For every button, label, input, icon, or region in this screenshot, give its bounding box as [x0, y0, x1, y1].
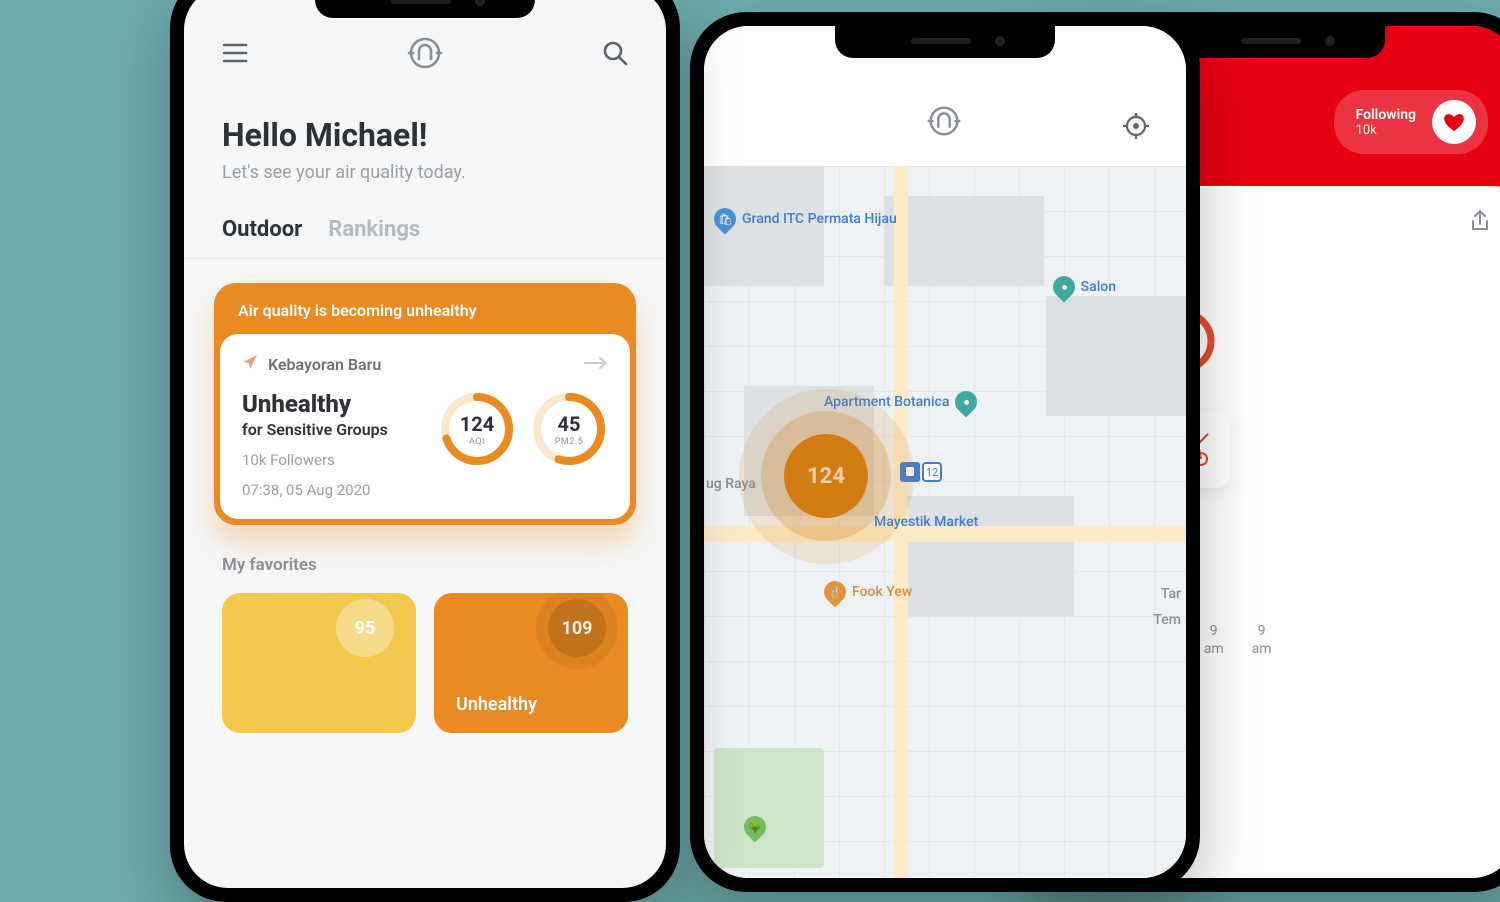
food-pin-icon: 🍴: [819, 576, 850, 607]
favorite-label: Unhealthy: [456, 694, 537, 715]
favorites-title: My favorites: [222, 555, 628, 575]
map-label: Tem: [1153, 612, 1181, 628]
map-poi[interactable]: 🛍 Grand ITC Permata Hijau: [714, 208, 897, 230]
park-pin-icon: 🌳: [744, 816, 766, 838]
aqi-location: Kebayoran Baru: [268, 355, 381, 374]
aqi-status: Unhealthy: [242, 390, 388, 418]
device-notch: [835, 26, 1055, 58]
aqi-followers: 10k Followers: [242, 451, 388, 469]
phone-home: Hello Michael! Let's see your air qualit…: [170, 0, 680, 902]
following-label: Following: [1356, 107, 1416, 123]
forecast-hour: 9am: [1204, 623, 1224, 657]
follow-pill[interactable]: Following 10k: [1334, 90, 1488, 154]
app-logo-icon: [925, 102, 963, 144]
home-tabs: Outdoor Rankings: [184, 183, 666, 258]
locate-icon[interactable]: [1122, 112, 1150, 144]
greeting-title: Hello Michael!: [222, 116, 628, 154]
divider: [184, 258, 666, 259]
share-icon[interactable]: [1470, 210, 1490, 236]
favorite-card[interactable]: 109 Unhealthy: [434, 593, 628, 733]
aqi-dial: 124AQI: [438, 390, 516, 468]
forecast-hour: 9am: [1252, 623, 1272, 657]
shopping-pin-icon: 🛍: [709, 203, 740, 234]
aqi-headline: Air quality is becoming unhealthy: [214, 283, 636, 334]
favorite-value: 95: [336, 599, 394, 657]
phone-map: 🛍 Grand ITC Permata Hijau ● Salon Apartm…: [690, 12, 1200, 892]
greeting-subtitle: Let's see your air quality today.: [222, 162, 628, 183]
pin-icon: ●: [1048, 271, 1079, 302]
menu-icon[interactable]: [222, 43, 248, 67]
pm-dial: 45PM2.5: [530, 390, 608, 468]
arrow-right-icon[interactable]: [584, 355, 608, 374]
map-poi[interactable]: 🍴 Fook Yew: [824, 581, 912, 603]
pin-icon: ●: [951, 386, 982, 417]
device-notch: [315, 0, 535, 18]
aqi-timestamp: 07:38, 05 Aug 2020: [242, 481, 388, 499]
app-logo-icon: [405, 33, 445, 77]
tab-outdoor[interactable]: Outdoor: [222, 217, 302, 242]
tab-rankings[interactable]: Rankings: [328, 217, 420, 242]
following-count: 10k: [1356, 123, 1416, 138]
search-icon[interactable]: [602, 40, 628, 70]
map-poi[interactable]: ● Salon: [1053, 276, 1116, 298]
favorite-value: 109: [548, 599, 606, 657]
aqi-card[interactable]: Air quality is becoming unhealthy Kebayo…: [214, 283, 636, 525]
route-badge: 12: [922, 462, 942, 482]
map-label: Tar: [1161, 586, 1181, 602]
favorite-card[interactable]: 95: [222, 593, 416, 733]
aqi-pin-value: 124: [807, 464, 845, 489]
map-view[interactable]: 🛍 Grand ITC Permata Hijau ● Salon Apartm…: [704, 166, 1186, 878]
map-aqi-pin[interactable]: 124: [784, 434, 868, 518]
location-icon: [242, 354, 258, 374]
aqi-status-sub: for Sensitive Groups: [242, 420, 388, 439]
heart-icon[interactable]: [1432, 100, 1476, 144]
